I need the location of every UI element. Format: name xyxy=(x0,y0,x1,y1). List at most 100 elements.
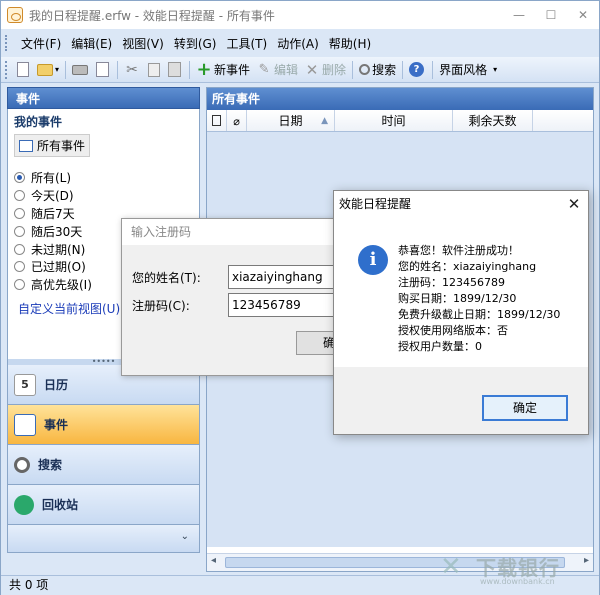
maximize-button[interactable]: ☐ xyxy=(535,1,567,29)
radio xyxy=(14,261,25,273)
column-date[interactable]: 日期 ▲ xyxy=(247,110,335,131)
new-event-button[interactable]: + 新事件 xyxy=(193,59,253,81)
menu-tools[interactable]: 工具(T) xyxy=(221,35,272,52)
radio xyxy=(14,207,25,219)
filter-today[interactable]: 今天(D) xyxy=(14,187,199,205)
column-type[interactable] xyxy=(207,110,227,131)
nav-label: 事件 xyxy=(44,418,69,432)
left-panel-header: 事件 xyxy=(7,87,200,109)
print-button[interactable] xyxy=(69,59,93,81)
register-dialog: 输入注册码 您的姓名(T): xiazaiyinghang 注册码(C): 12… xyxy=(121,218,352,376)
column-date-label: 日期 xyxy=(278,114,303,128)
name-label: 您的姓名(T): xyxy=(132,270,201,285)
dialog-close-icon[interactable]: ✕ xyxy=(560,191,588,217)
scroll-left-icon[interactable]: ◂ xyxy=(211,555,216,566)
menu-help[interactable]: 帮助(H) xyxy=(324,35,376,52)
radio xyxy=(14,225,25,237)
help-button[interactable]: ? xyxy=(406,59,429,81)
minimize-button[interactable]: — xyxy=(503,1,535,29)
message-line: 免费升级截止日期：1899/12/30 xyxy=(398,308,561,321)
register-dialog-title: 输入注册码 xyxy=(122,219,350,245)
column-days-label: 剩余天数 xyxy=(468,114,517,128)
filter-label: 所有(L) xyxy=(31,171,72,186)
paperclip-icon: ⌀ xyxy=(233,115,240,128)
new-document-icon xyxy=(17,62,29,77)
style-label: 界面风格 xyxy=(439,63,488,77)
toolbar-grip[interactable] xyxy=(5,60,10,79)
message-line: 授权用户数量：0 xyxy=(398,340,482,353)
copy-button[interactable] xyxy=(145,59,165,81)
help-icon: ? xyxy=(409,62,425,77)
nav-configure-button[interactable]: ⌄ xyxy=(7,525,200,553)
print-preview-icon xyxy=(96,62,110,77)
table-icon xyxy=(19,139,33,152)
style-dropdown[interactable]: 界面风格 ▾ xyxy=(436,59,500,81)
column-headers: ⌀ 日期 ▲ 时间 剩余天数 xyxy=(207,110,593,132)
nav-label: 回收站 xyxy=(42,498,79,512)
delete-x-icon: ✕ xyxy=(305,60,319,79)
open-button[interactable]: ▾ xyxy=(34,59,62,81)
message-line: 注册码：123456789 xyxy=(398,276,505,289)
print-preview-button[interactable] xyxy=(93,59,114,81)
nav-label: 日历 xyxy=(44,378,69,392)
name-input[interactable]: xiazaiyinghang xyxy=(228,265,338,289)
close-button[interactable]: ✕ xyxy=(567,1,599,29)
folder-open-icon xyxy=(37,63,53,76)
nav-label: 搜索 xyxy=(38,458,63,472)
scissors-icon: ✂ xyxy=(126,61,138,78)
search-icon xyxy=(359,64,371,75)
nav-recycle-bin[interactable]: 回收站 xyxy=(7,485,200,525)
title-bar: 我的日程提醒.erfw - 效能日程提醒 - 所有事件 — ☐ ✕ xyxy=(1,1,599,29)
delete-label: 删除 xyxy=(322,63,347,77)
recycle-icon xyxy=(14,494,34,515)
events-icon xyxy=(14,413,36,436)
menu-goto[interactable]: 转到(G) xyxy=(169,35,222,52)
column-time[interactable]: 时间 xyxy=(335,110,453,131)
edit-button[interactable]: ✎ 编辑 xyxy=(253,59,301,81)
all-events-item[interactable]: 所有事件 xyxy=(14,134,91,157)
code-input[interactable]: 123456789 xyxy=(228,293,338,317)
watermark-url: www.downbank.cn xyxy=(480,577,555,586)
message-line: 购买日期：1899/12/30 xyxy=(398,292,517,305)
search-label: 搜索 xyxy=(372,63,397,77)
column-attachment[interactable]: ⌀ xyxy=(227,110,247,131)
radio xyxy=(14,279,25,291)
radio xyxy=(14,190,25,202)
app-icon xyxy=(7,7,23,23)
menu-view[interactable]: 视图(V) xyxy=(117,35,169,52)
watermark: ✕ 下载银行 www.downbank.cn xyxy=(440,550,590,590)
cut-button[interactable]: ✂ xyxy=(121,59,145,81)
message-dialog-title: 效能日程提醒 xyxy=(339,197,412,211)
nav-search[interactable]: 搜索 xyxy=(7,445,200,485)
info-icon: i xyxy=(358,245,388,275)
sort-asc-icon: ▲ xyxy=(321,116,328,126)
window-title: 我的日程提醒.erfw - 效能日程提醒 - 所有事件 xyxy=(29,8,275,23)
message-line: 授权使用网络版本：否 xyxy=(398,324,508,337)
new-document-button[interactable] xyxy=(14,59,34,81)
menu-edit[interactable]: 编辑(E) xyxy=(66,35,117,52)
menu-grip[interactable] xyxy=(5,35,10,51)
menu-file[interactable]: 文件(F) xyxy=(16,35,66,52)
menu-action[interactable]: 动作(A) xyxy=(272,35,324,52)
message-lines: 恭喜您！软件注册成功！ 您的姓名：xiazaiyinghang 注册码：1234… xyxy=(398,243,560,355)
edit-label: 编辑 xyxy=(274,63,299,77)
filter-all[interactable]: 所有(L) xyxy=(14,169,199,187)
paste-button[interactable] xyxy=(165,59,186,81)
delete-button[interactable]: ✕ 删除 xyxy=(301,59,349,81)
filter-label: 随后7天 xyxy=(31,206,75,221)
paste-icon xyxy=(168,62,182,77)
document-icon xyxy=(212,115,221,126)
printer-icon xyxy=(72,64,89,75)
new-event-label: 新事件 xyxy=(214,63,251,77)
column-time-label: 时间 xyxy=(381,114,406,128)
radio-selected xyxy=(14,172,25,184)
plus-icon: + xyxy=(196,58,212,80)
message-ok-button[interactable]: 确定 xyxy=(482,395,568,421)
watermark-logo-icon: ✕ xyxy=(440,552,462,582)
copy-icon xyxy=(148,62,161,77)
column-days-left[interactable]: 剩余天数 xyxy=(453,110,533,131)
pencil-icon: ✎ xyxy=(258,61,270,77)
search-button[interactable]: 搜索 xyxy=(356,59,399,81)
nav-events[interactable]: 事件 xyxy=(7,405,200,445)
message-line: 恭喜您！软件注册成功！ xyxy=(398,244,519,257)
